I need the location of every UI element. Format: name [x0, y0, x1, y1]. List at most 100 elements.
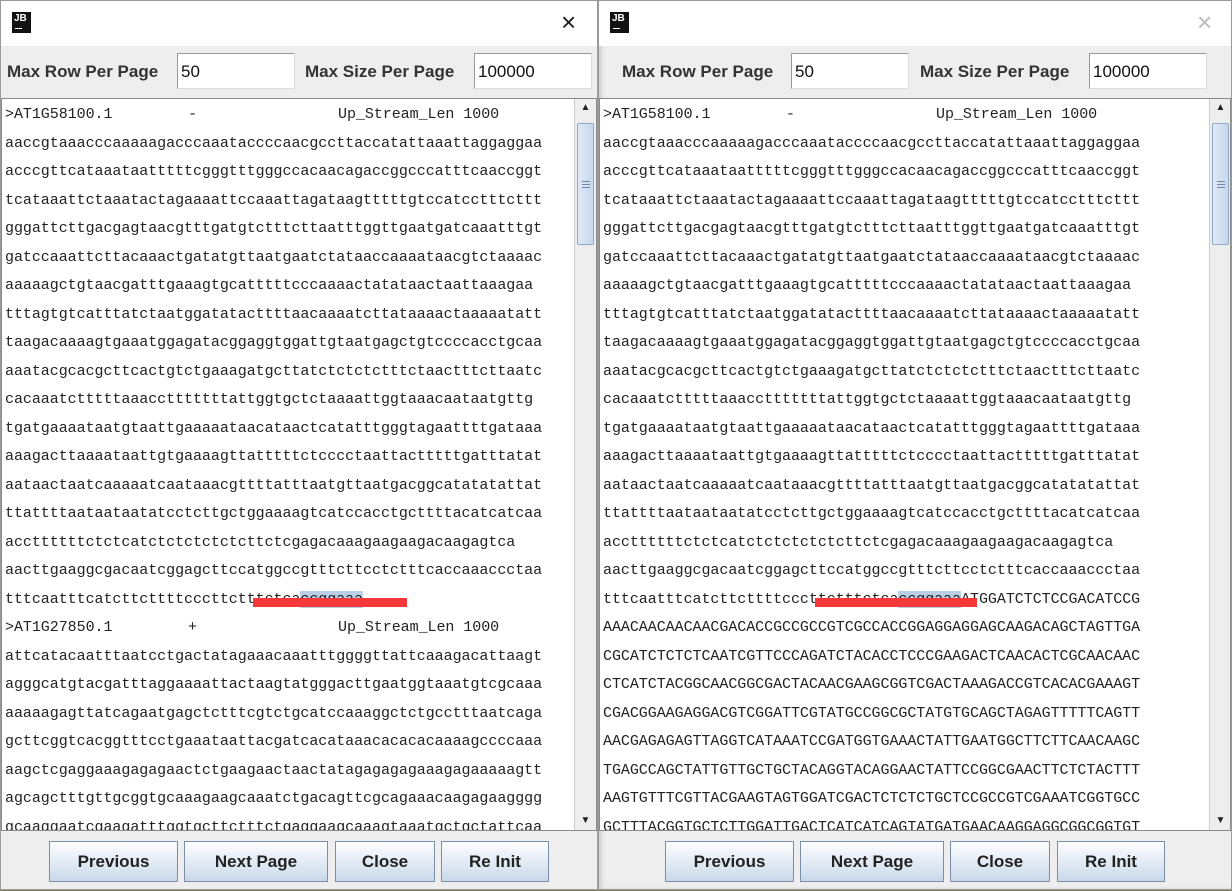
- sequence-text-area[interactable]: >AT1G58100.1 - Up_Stream_Len 1000 aaccgta…: [599, 98, 1231, 831]
- sequence-line: aaccgtaaacccaaaaagacccaaataccccaacgcctta…: [603, 134, 1141, 152]
- title-bar: JB ×: [599, 1, 1231, 46]
- close-window-icon[interactable]: ×: [561, 9, 576, 35]
- sequence-line: accttttttctctcatctctctctctcttctcgagacaaa…: [5, 533, 516, 551]
- max-size-label: Max Size Per Page: [920, 62, 1070, 81]
- max-row-label: Max Row Per Page: [7, 62, 159, 81]
- close-window-icon[interactable]: ×: [1197, 9, 1212, 35]
- sequence-text-area[interactable]: >AT1G58100.1 - Up_Stream_Len 1000 aaccgta…: [1, 98, 597, 831]
- button-bar: Previous Next Page Close Re Init: [1, 831, 597, 891]
- sequence-line: taagacaaaagtgaaatggagatacggaggtggattgtaa…: [5, 334, 543, 351]
- gene-id: >AT1G58100.1: [5, 106, 113, 123]
- sequence-line: aaccgtaaacccaaaaagacccaaataccccaacgcctta…: [5, 134, 543, 152]
- sequence-line: CGCATCTCTCTCAATCGTTCCCAGATCTACACCTCCCGAA…: [603, 647, 1141, 665]
- sequence-line: agcagctttgttgcggtgcaaagaagcaaatctgacagtt…: [5, 790, 543, 807]
- sequence-line: tttagtgtcatttatctaatggatatacttttaacaaaat…: [603, 305, 1141, 323]
- close-button[interactable]: Close: [335, 841, 435, 882]
- strand: -: [188, 106, 197, 123]
- sequence-line: ttattttaataataatatcctcttgctggaaaagtcatcc…: [5, 505, 543, 522]
- logo-text: JB: [612, 13, 625, 24]
- sequence-line: aataactaatcaaaaatcaataaacgttttatttaatgtt…: [5, 476, 543, 494]
- sequence-line: aaagacttaaaataattgtgaaaagttatttttctcccct…: [603, 448, 1141, 465]
- sequence-line: aataactaatcaaaaatcaataaacgttttatttaatgtt…: [603, 476, 1141, 494]
- max-row-label: Max Row Per Page: [622, 62, 774, 81]
- logo-text: JB: [14, 13, 27, 24]
- sequence-line: attcatacaatttaatcctgactatagaaacaaatttggg…: [5, 647, 543, 665]
- sequence-line: gggattcttgacgagtaacgtttgatgtctttcttaattt…: [5, 220, 543, 237]
- sequence-line: aacttgaaggcgacaatcggagcttccatggccgtttctt…: [603, 562, 1141, 579]
- max-size-input[interactable]: 100000: [1089, 53, 1207, 89]
- sequence-line: cacaaatctttttaaacctttttttattggtgctctaaaa…: [5, 391, 534, 408]
- re-init-button[interactable]: Re Init: [441, 841, 549, 882]
- scroll-up-arrow-icon[interactable]: ▲: [1210, 99, 1230, 117]
- sequence-line: AAACAACAACAACGACACCGCCGCCGTCGCCACCGGAGGA…: [603, 619, 1141, 636]
- sequence-line: accttttttctctcatctctctctctcttctcgagacaaa…: [603, 533, 1114, 551]
- previous-button[interactable]: Previous: [665, 841, 794, 882]
- sequence-line: tttagtgtcatttatctaatggatatacttttaacaaaat…: [5, 305, 543, 323]
- sequence-line: aaaaagagttatcagaatgagctctttcgtctgcatccaa…: [5, 704, 543, 722]
- sequence-line: CGACGGAAGAGGACGTCGGATTCGTATGCCGGCGCTATGT…: [603, 704, 1141, 722]
- sequence-line: CTCATCTACGGCAACGGCGACTACAACGAAGCGGTCGACT…: [603, 676, 1141, 693]
- upstream-length: Up_Stream_Len 1000: [338, 106, 500, 123]
- toolbar: Max Row Per Page 50 Max Size Per Page 10…: [1, 46, 597, 98]
- sequence-line: tcataaattctaaatactagaaaattccaaattagataag…: [603, 191, 1141, 209]
- coding-sequence-text: ATGGATCTCTCCGACATCCG: [961, 590, 1141, 608]
- upstream-length: Up_Stream_Len 1000: [936, 106, 1098, 123]
- sequence-line: acccgttcataaataatttttcgggtttgggccacaacag…: [603, 163, 1141, 180]
- max-row-input[interactable]: 50: [177, 53, 295, 89]
- gene-id: >AT1G58100.1: [603, 106, 711, 123]
- close-button[interactable]: Close: [950, 841, 1050, 882]
- toolbar: Max Row Per Page 50 Max Size Per Page 10…: [599, 46, 1231, 98]
- scroll-down-arrow-icon[interactable]: ▼: [575, 812, 596, 830]
- sequence-line: taagacaaaagtgaaatggagatacggaggtggattgtaa…: [603, 334, 1141, 351]
- title-bar: JB ×: [1, 1, 597, 46]
- red-underline-annotation: [253, 597, 407, 607]
- sequence-line: aaagacttaaaataattgtgaaaagttatttttctcccct…: [5, 448, 543, 465]
- sequence-viewer-window-left: JB × Max Row Per Page 50 Max Size Per Pa…: [0, 0, 598, 890]
- next-page-button[interactable]: Next Page: [184, 841, 328, 882]
- vertical-scrollbar[interactable]: ▲ ▼: [1209, 99, 1230, 830]
- sequence-line: gcaaggaatcgaagatttggtgcttctttctgaggaagca…: [5, 818, 543, 831]
- sequence-line: AAGTGTTTCGTTACGAAGTAGTGGATCGACTCTCTCTGCT…: [603, 790, 1141, 807]
- sequence-line: aaaaagctgtaacgatttgaaagtgcatttttcccaaaac…: [5, 277, 534, 294]
- scrollbar-thumb[interactable]: [577, 123, 594, 245]
- sequence-line: aacttgaaggcgacaatcggagcttccatggccgtttctt…: [5, 562, 543, 579]
- max-row-input[interactable]: 50: [791, 53, 909, 89]
- next-page-button[interactable]: Next Page: [800, 841, 944, 882]
- sequence-line: aaatacgcacgcttcactgtctgaaagatgcttatctctc…: [603, 362, 1141, 380]
- sequence-header: >AT1G27850.1 + Up_Stream_Len 1000: [5, 616, 505, 640]
- button-bar: Previous Next Page Close Re Init: [599, 831, 1231, 891]
- sequence-viewer-window-right: JB × Max Row Per Page 50 Max Size Per Pa…: [598, 0, 1232, 890]
- sequence-header: >AT1G58100.1 - Up_Stream_Len 1000: [5, 103, 505, 127]
- sequence-line: ttattttaataataatatcctcttgctggaaaagtcatcc…: [603, 505, 1141, 522]
- sequence-line: GCTTTACGGTGCTCTTGGATTGACTCATCATCAGTATGAT…: [603, 818, 1141, 831]
- sequence-line: aaaaagctgtaacgatttgaaagtgcatttttcccaaaac…: [603, 277, 1132, 294]
- sequence-line: tcataaattctaaatactagaaaattccaaattagataag…: [5, 191, 543, 209]
- vertical-scrollbar[interactable]: ▲ ▼: [574, 99, 596, 830]
- upstream-length: Up_Stream_Len 1000: [338, 619, 500, 636]
- jetbrains-logo-icon: JB: [610, 12, 629, 33]
- sequence-line: cacaaatctttttaaacctttttttattggtgctctaaaa…: [603, 391, 1132, 408]
- strand: +: [188, 619, 197, 636]
- sequence-line: gatccaaattcttacaaactgatatgttaatgaatctata…: [5, 248, 543, 266]
- strand: -: [786, 106, 795, 123]
- re-init-button[interactable]: Re Init: [1057, 841, 1165, 882]
- sequence-line: TGAGCCAGCTATTGTTGCTGCTACAGGTACAGGAACTATT…: [603, 761, 1141, 779]
- sequence-line: AACGAGAGAGTTAGGTCATAAATCCGATGGTGAAACTATT…: [603, 733, 1141, 750]
- sequence-line: acccgttcataaataatttttcgggtttgggccacaacag…: [5, 163, 543, 180]
- sequence-line: aaatacgcacgcttcactgtctgaaagatgcttatctctc…: [5, 362, 543, 380]
- sequence-header: >AT1G58100.1 - Up_Stream_Len 1000: [603, 103, 1103, 127]
- sequence-line: gatccaaattcttacaaactgatatgttaatgaatctata…: [603, 248, 1141, 266]
- scroll-up-arrow-icon[interactable]: ▲: [575, 99, 596, 117]
- gene-id: >AT1G27850.1: [5, 619, 113, 636]
- sequence-line: gcttcggtcacggtttcctgaaataattacgatcacataa…: [5, 733, 543, 750]
- sequence-line: tgatgaaaataatgtaattgaaaaataacataactcatat…: [603, 419, 1141, 437]
- sequence-line: agggcatgtacgatttaggaaaattactaagtatgggact…: [5, 676, 543, 693]
- previous-button[interactable]: Previous: [49, 841, 178, 882]
- sequence-line: gggattcttgacgagtaacgtttgatgtctttcttaattt…: [603, 220, 1141, 237]
- scroll-down-arrow-icon[interactable]: ▼: [1210, 812, 1230, 830]
- max-size-input[interactable]: 100000: [474, 53, 592, 89]
- jetbrains-logo-icon: JB: [12, 12, 31, 33]
- scrollbar-thumb[interactable]: [1212, 123, 1229, 245]
- sequence-line: tgatgaaaataatgtaattgaaaaataacataactcatat…: [5, 419, 543, 437]
- sequence-line: aagctcgaggaaagagagaactctgaagaactaactatag…: [5, 761, 543, 779]
